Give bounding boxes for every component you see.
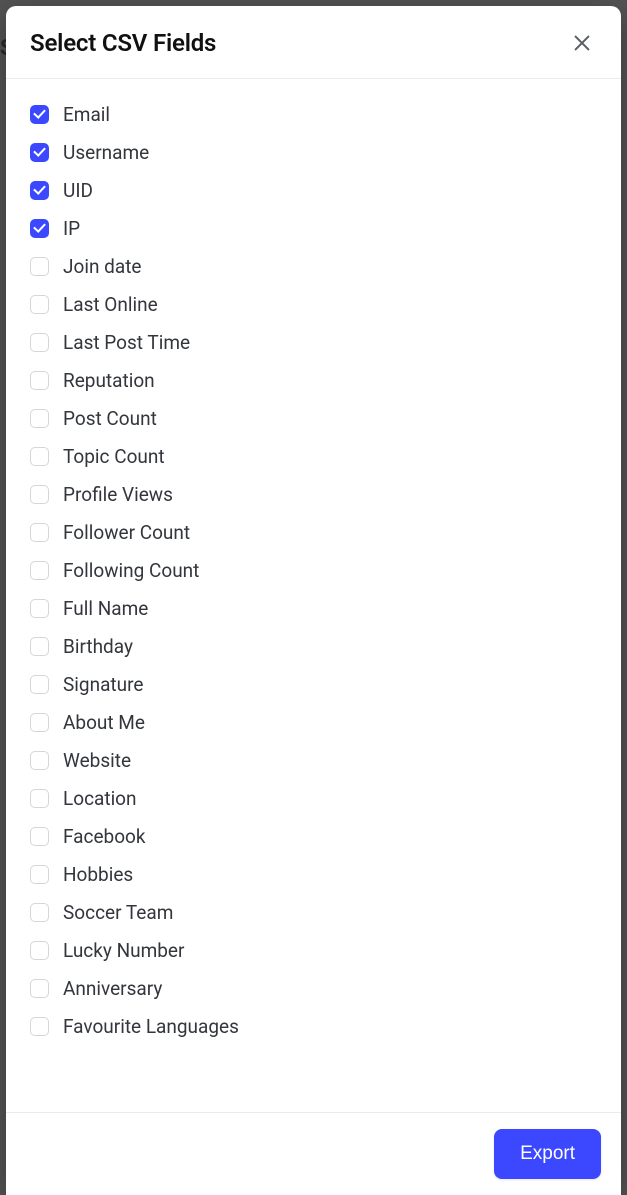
field-checkbox[interactable] — [30, 105, 49, 124]
field-label[interactable]: Join date — [63, 255, 142, 278]
field-checkbox[interactable] — [30, 675, 49, 694]
modal-header: Select CSV Fields — [6, 6, 621, 79]
field-row: Website — [30, 741, 597, 779]
field-checkbox[interactable] — [30, 295, 49, 314]
field-label[interactable]: Full Name — [63, 597, 148, 620]
field-row: Last Online — [30, 285, 597, 323]
field-checkbox[interactable] — [30, 143, 49, 162]
field-row: Favourite Languages — [30, 1007, 597, 1045]
field-checkbox[interactable] — [30, 447, 49, 466]
field-label[interactable]: Favourite Languages — [63, 1015, 239, 1038]
field-row: Email — [30, 95, 597, 133]
field-label[interactable]: Topic Count — [63, 445, 165, 468]
export-button[interactable]: Export — [494, 1129, 601, 1179]
field-label[interactable]: Last Online — [63, 293, 158, 316]
field-label[interactable]: Email — [63, 103, 110, 126]
field-checkbox[interactable] — [30, 219, 49, 238]
field-label[interactable]: Location — [63, 787, 137, 810]
field-checkbox[interactable] — [30, 523, 49, 542]
field-label[interactable]: Facebook — [63, 825, 146, 848]
field-row: Profile Views — [30, 475, 597, 513]
field-label[interactable]: About Me — [63, 711, 145, 734]
field-label[interactable]: Lucky Number — [63, 939, 184, 962]
field-row: Anniversary — [30, 969, 597, 1007]
field-label[interactable]: Birthday — [63, 635, 133, 658]
field-checkbox[interactable] — [30, 485, 49, 504]
field-label[interactable]: Soccer Team — [63, 901, 173, 924]
field-checkbox[interactable] — [30, 409, 49, 428]
field-checkbox[interactable] — [30, 1017, 49, 1036]
field-row: UID — [30, 171, 597, 209]
field-row: Reputation — [30, 361, 597, 399]
csv-field-list: Email Username UID IP Join date Last Online La… — [30, 95, 597, 1045]
field-checkbox[interactable] — [30, 599, 49, 618]
field-row: Soccer Team — [30, 893, 597, 931]
field-label[interactable]: Website — [63, 749, 131, 772]
field-checkbox[interactable] — [30, 257, 49, 276]
field-checkbox[interactable] — [30, 637, 49, 656]
field-checkbox[interactable] — [30, 371, 49, 390]
field-row: Birthday — [30, 627, 597, 665]
field-checkbox[interactable] — [30, 979, 49, 998]
close-icon — [571, 32, 593, 54]
field-row: Facebook — [30, 817, 597, 855]
field-label[interactable]: Hobbies — [63, 863, 133, 886]
select-csv-fields-modal: Select CSV Fields Email Username UID IP Join… — [6, 6, 621, 1195]
field-label[interactable]: Signature — [63, 673, 143, 696]
field-checkbox[interactable] — [30, 865, 49, 884]
field-checkbox[interactable] — [30, 941, 49, 960]
field-label[interactable]: Profile Views — [63, 483, 173, 506]
field-row: Full Name — [30, 589, 597, 627]
close-button[interactable] — [567, 28, 597, 58]
field-row: Signature — [30, 665, 597, 703]
field-row: Location — [30, 779, 597, 817]
field-label[interactable]: IP — [63, 217, 80, 240]
modal-title: Select CSV Fields — [30, 29, 216, 57]
field-checkbox[interactable] — [30, 333, 49, 352]
field-label[interactable]: Reputation — [63, 369, 155, 392]
field-checkbox[interactable] — [30, 789, 49, 808]
field-checkbox[interactable] — [30, 713, 49, 732]
field-row: Topic Count — [30, 437, 597, 475]
field-row: Join date — [30, 247, 597, 285]
field-label[interactable]: Username — [63, 141, 149, 164]
field-label[interactable]: Last Post Time — [63, 331, 190, 354]
field-row: Hobbies — [30, 855, 597, 893]
field-row: About Me — [30, 703, 597, 741]
field-checkbox[interactable] — [30, 903, 49, 922]
field-checkbox[interactable] — [30, 827, 49, 846]
field-checkbox[interactable] — [30, 181, 49, 200]
field-label[interactable]: Follower Count — [63, 521, 190, 544]
field-label[interactable]: Post Count — [63, 407, 157, 430]
field-row: Username — [30, 133, 597, 171]
field-label[interactable]: Anniversary — [63, 977, 162, 1000]
field-row: IP — [30, 209, 597, 247]
field-checkbox[interactable] — [30, 751, 49, 770]
modal-footer: Export — [6, 1112, 621, 1195]
field-row: Last Post Time — [30, 323, 597, 361]
field-row: Lucky Number — [30, 931, 597, 969]
field-label[interactable]: Following Count — [63, 559, 199, 582]
field-row: Follower Count — [30, 513, 597, 551]
field-label[interactable]: UID — [63, 179, 93, 202]
field-row: Following Count — [30, 551, 597, 589]
modal-body: Email Username UID IP Join date Last Online La… — [6, 79, 621, 1112]
field-checkbox[interactable] — [30, 561, 49, 580]
field-row: Post Count — [30, 399, 597, 437]
